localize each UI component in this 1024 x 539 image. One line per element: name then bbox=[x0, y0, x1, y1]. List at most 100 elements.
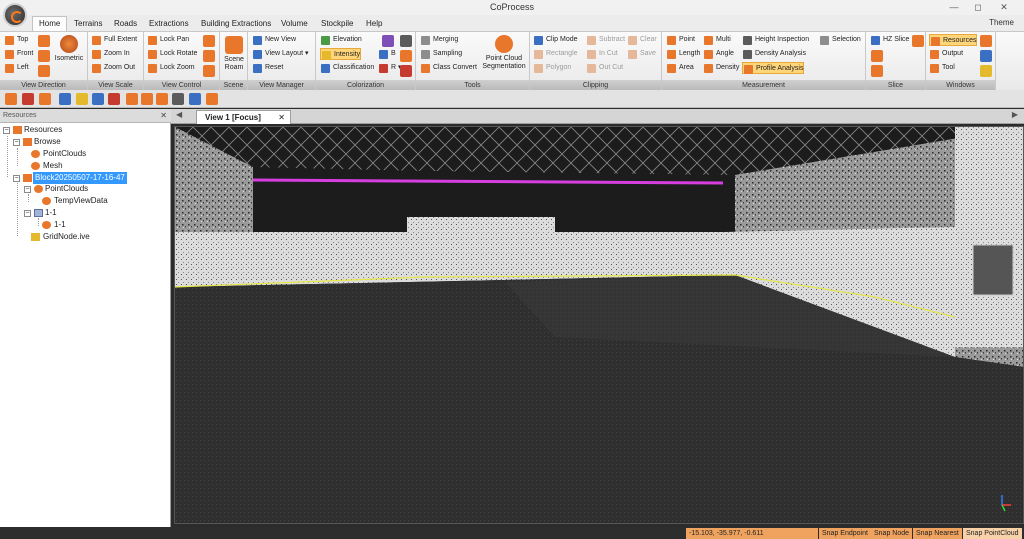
pin-icon[interactable] bbox=[203, 50, 215, 62]
measure-multi-button[interactable]: Multi bbox=[703, 34, 731, 46]
view-top-button[interactable]: Top bbox=[4, 34, 28, 46]
lock-icon[interactable] bbox=[203, 35, 215, 47]
settings-icon[interactable] bbox=[206, 93, 218, 105]
app-logo-icon[interactable] bbox=[3, 3, 27, 27]
slice-options-icon[interactable] bbox=[912, 35, 924, 47]
tool-window-button[interactable]: Tool bbox=[929, 62, 955, 74]
window-options-icon[interactable] bbox=[980, 35, 992, 47]
point-cloud-segmentation-button[interactable]: Point Cloud Segmentation bbox=[480, 35, 528, 71]
rgb-icon[interactable] bbox=[108, 93, 120, 105]
tab-home[interactable]: Home bbox=[32, 16, 68, 31]
subtract-button[interactable]: Subtract bbox=[586, 34, 625, 46]
collapse-icon[interactable]: − bbox=[13, 175, 20, 182]
profile-analysis-button[interactable]: Profile Analysis bbox=[742, 62, 805, 74]
point-cloud-viewport[interactable] bbox=[174, 126, 1024, 524]
close-tab-icon[interactable]: ✕ bbox=[278, 111, 285, 124]
isometric-button[interactable]: Isometric bbox=[54, 35, 84, 63]
lock-zoom-button[interactable]: Lock Zoom bbox=[147, 62, 195, 74]
tab-help[interactable]: Help bbox=[366, 17, 382, 31]
panel-close-icon[interactable]: ✕ bbox=[160, 109, 167, 123]
rectangle-clip-button[interactable]: Rectangle bbox=[533, 48, 578, 60]
close-button[interactable]: ✕ bbox=[994, 1, 1014, 13]
color-b-button[interactable]: B bbox=[378, 48, 396, 60]
export-icon[interactable] bbox=[141, 93, 153, 105]
view-front-button[interactable]: Front bbox=[4, 48, 33, 60]
tab-extractions[interactable]: Extractions bbox=[149, 17, 189, 31]
theme-menu[interactable]: Theme bbox=[989, 18, 1014, 27]
sampling-button[interactable]: Sampling bbox=[420, 48, 462, 60]
scene-roam-button[interactable]: Scene Roam bbox=[221, 36, 247, 72]
out-cut-button[interactable]: Out Cut bbox=[586, 62, 623, 74]
zoom-in-button[interactable]: Zoom In bbox=[91, 48, 130, 60]
snap-nearest-toggle[interactable]: Snap Nearest bbox=[913, 528, 962, 539]
window-layout-icon[interactable] bbox=[980, 50, 992, 62]
tab-scroll-left-icon[interactable]: ◀ bbox=[176, 110, 182, 119]
measure-density-button[interactable]: Density bbox=[703, 62, 739, 74]
collapse-icon[interactable]: − bbox=[24, 210, 31, 217]
measure-length-button[interactable]: Length bbox=[666, 48, 700, 60]
class-e-icon[interactable] bbox=[59, 93, 71, 105]
palette-icon[interactable] bbox=[400, 50, 412, 62]
intensity-button[interactable]: Intensity bbox=[320, 48, 362, 60]
camera-icon[interactable] bbox=[203, 65, 215, 77]
zoom-out-button[interactable]: Zoom Out bbox=[91, 62, 135, 74]
color-r-button[interactable]: R ▾ bbox=[378, 62, 402, 74]
view-layout-button[interactable]: View Layout ▾ bbox=[252, 48, 308, 60]
snap-pointcloud-toggle[interactable]: Snap PointCloud bbox=[963, 528, 1022, 539]
clip-mode-button[interactable]: Clip Mode bbox=[533, 34, 578, 46]
import-icon[interactable] bbox=[39, 93, 51, 105]
gradient-icon[interactable] bbox=[400, 65, 412, 77]
hz-slice-button[interactable]: HZ Slice bbox=[870, 34, 909, 46]
classification-button[interactable]: Classification bbox=[320, 62, 374, 74]
compass-icon[interactable] bbox=[980, 65, 992, 77]
tab-volume[interactable]: Volume bbox=[281, 17, 308, 31]
eye-icon[interactable] bbox=[871, 50, 883, 62]
tab-roads[interactable]: Roads bbox=[114, 17, 137, 31]
in-cut-button[interactable]: In Cut bbox=[586, 48, 618, 60]
right-view-icon[interactable] bbox=[38, 50, 50, 62]
gear-icon[interactable] bbox=[871, 65, 883, 77]
filter-icon[interactable] bbox=[400, 35, 412, 47]
snap-endpoint-toggle[interactable]: Snap Endpoint bbox=[819, 528, 871, 539]
class-i-icon[interactable] bbox=[76, 93, 88, 105]
person-icon[interactable] bbox=[126, 93, 138, 105]
resources-window-button[interactable]: Resources bbox=[929, 34, 978, 46]
minimize-button[interactable]: — bbox=[944, 1, 964, 13]
tab-stockpile[interactable]: Stockpile bbox=[321, 17, 353, 31]
back-view-icon[interactable] bbox=[38, 35, 50, 47]
layers-icon[interactable] bbox=[189, 93, 201, 105]
measure-point-button[interactable]: Point bbox=[666, 34, 695, 46]
class-convert-button[interactable]: Class Convert bbox=[420, 62, 477, 74]
measure-area-button[interactable]: Area bbox=[666, 62, 694, 74]
collapse-icon[interactable]: − bbox=[3, 127, 10, 134]
snap-node-toggle[interactable]: Snap Node bbox=[871, 528, 913, 539]
save-file-icon[interactable] bbox=[22, 93, 34, 105]
bottom-view-icon[interactable] bbox=[38, 65, 50, 77]
merging-button[interactable]: Merging bbox=[420, 34, 458, 46]
polygon-clip-button[interactable]: Polygon bbox=[533, 62, 571, 74]
density-analysis-button[interactable]: Density Analysis bbox=[742, 48, 806, 60]
reset-view-button[interactable]: Reset bbox=[252, 62, 283, 74]
lock-rotate-button[interactable]: Lock Rotate bbox=[147, 48, 197, 60]
view-tab[interactable]: View 1 [Focus] ✕ bbox=[196, 110, 291, 124]
tab-building-extractions[interactable]: Building Extractions bbox=[201, 17, 271, 31]
print-icon[interactable] bbox=[156, 93, 168, 105]
new-view-button[interactable]: New View bbox=[252, 34, 296, 46]
ruler-icon[interactable] bbox=[172, 93, 184, 105]
collapse-icon[interactable]: − bbox=[13, 139, 20, 146]
collapse-icon[interactable]: − bbox=[24, 186, 31, 193]
tab-terrains[interactable]: Terrains bbox=[74, 17, 102, 31]
save-clip-button[interactable]: Save bbox=[627, 48, 656, 60]
class-c-icon[interactable] bbox=[92, 93, 104, 105]
maximize-button[interactable]: ◻ bbox=[968, 1, 988, 13]
rgb-color-icon[interactable] bbox=[382, 35, 394, 47]
tab-scroll-right-icon[interactable]: ▶ bbox=[1012, 110, 1018, 119]
clear-clip-button[interactable]: Clear bbox=[627, 34, 657, 46]
output-window-button[interactable]: Output bbox=[929, 48, 963, 60]
measure-angle-button[interactable]: Angle bbox=[703, 48, 734, 60]
full-extent-button[interactable]: Full Extent bbox=[91, 34, 137, 46]
elevation-button[interactable]: Elevation bbox=[320, 34, 362, 46]
lock-pan-button[interactable]: Lock Pan bbox=[147, 34, 189, 46]
open-icon[interactable] bbox=[5, 93, 17, 105]
view-left-button[interactable]: Left bbox=[4, 62, 29, 74]
